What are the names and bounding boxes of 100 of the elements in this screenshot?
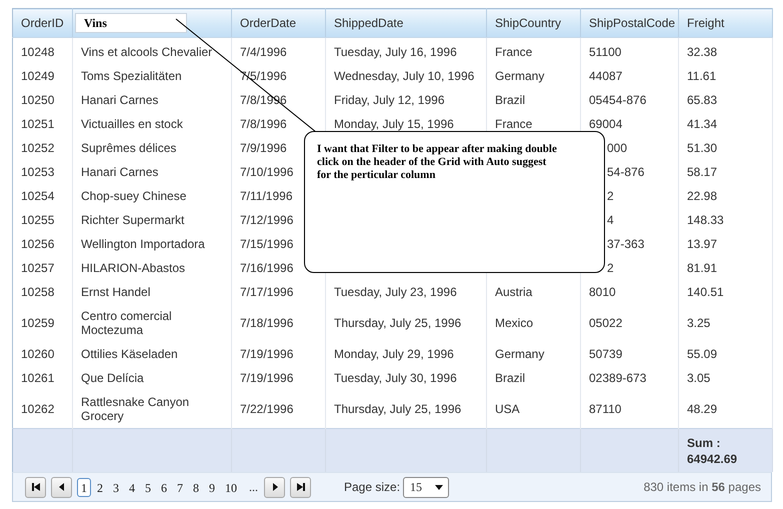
- table-cell: Thursday, July 25, 1996: [334, 316, 462, 330]
- page-link[interactable]: 3: [109, 478, 123, 496]
- column-header[interactable]: OrderDate: [232, 8, 326, 38]
- table-cell: 10249: [21, 69, 54, 83]
- table-cell: 10253: [21, 165, 54, 179]
- table-cell: 22.98: [687, 189, 718, 203]
- page-link[interactable]: 4: [125, 478, 139, 496]
- table-cell: Wellington Importadora: [81, 237, 205, 251]
- page-link[interactable]: 6: [157, 478, 171, 496]
- table-cell: 13.97: [687, 237, 718, 251]
- table-cell: 10250: [21, 93, 54, 107]
- table-cell: 10248: [21, 45, 54, 59]
- callout-note: I want that Filter to be appear after making double click on the header of the Grid with Auto suggest for the perticular column: [304, 131, 605, 273]
- table-cell: 7/11/1996: [240, 189, 292, 203]
- table-cell: 05454-876: [589, 93, 646, 107]
- last-page-button[interactable]: [290, 476, 311, 498]
- table-cell: 50739: [589, 347, 622, 361]
- table-cell: Toms Spezialitäten: [81, 69, 182, 83]
- page-link[interactable]: 7: [173, 478, 187, 496]
- caret-icon: [435, 484, 444, 490]
- table-cell: 10254: [21, 189, 54, 203]
- table-cell: Brazil: [495, 371, 526, 385]
- previous-page-button[interactable]: [51, 476, 72, 498]
- table-cell: 10257: [21, 261, 54, 275]
- column-header[interactable]: ShipCountry: [486, 8, 580, 38]
- table-cell: 7/19/1996: [240, 347, 294, 361]
- table-cell: 7/8/1996: [240, 117, 287, 131]
- items-summary: 830 items in 56 pages: [644, 480, 761, 494]
- filter-field[interactable]: Vins: [75, 13, 187, 33]
- page-size-dropdown[interactable]: 15: [403, 476, 450, 498]
- table-cell: 000: [607, 141, 628, 155]
- column-header[interactable]: ShipPostalCode: [580, 8, 678, 38]
- table-cell: 148.33: [687, 213, 724, 227]
- table-cell: 87110: [589, 402, 622, 416]
- table-cell: 55.09: [687, 347, 718, 361]
- column-header[interactable]: OrderID: [12, 8, 72, 38]
- table-cell: France: [495, 117, 532, 131]
- table-cell: France: [495, 45, 532, 59]
- table-cell: 7/10/1996: [240, 165, 294, 179]
- table-cell: 32.38: [687, 45, 718, 59]
- table-cell: USA: [495, 402, 520, 416]
- column-header[interactable]: ShippedDate: [326, 8, 486, 38]
- table-cell: 41.34: [687, 117, 718, 131]
- table-cell: 7/19/1996: [240, 371, 294, 385]
- table-cell-text: Centro comercial Moctezuma: [81, 309, 173, 337]
- table-cell: 10258: [21, 285, 54, 299]
- next-page-button[interactable]: [264, 476, 285, 498]
- table-cell: Friday, July 12, 1996: [334, 93, 445, 107]
- table-cell: 3.25: [687, 316, 710, 330]
- table-cell: 10251: [21, 117, 54, 131]
- table-cell: 10261: [21, 371, 54, 385]
- table-cell: 05022: [589, 316, 622, 330]
- table-cell: 48.29: [687, 402, 718, 416]
- table-cell: 7/4/1996: [240, 45, 287, 59]
- table-cell: 02389-673: [589, 371, 646, 385]
- table-cell: Thursday, July 25, 1996: [334, 402, 462, 416]
- page-link[interactable]: 2: [93, 478, 107, 496]
- sum-value: 64942.69: [687, 450, 738, 466]
- more-pages-link[interactable]: ...: [249, 480, 258, 494]
- table-cell: Germany: [495, 347, 544, 361]
- table-cell: 58.17: [687, 165, 718, 179]
- table-cell: Monday, July 15, 1996: [334, 117, 454, 131]
- table-cell: 3.05: [687, 371, 710, 385]
- page-link[interactable]: 10: [221, 478, 241, 496]
- table-cell: 7/15/1996: [240, 237, 294, 251]
- page-link[interactable]: 1: [77, 478, 91, 496]
- table-cell: Tuesday, July 23, 1996: [334, 285, 457, 299]
- first-page-button[interactable]: [25, 476, 46, 498]
- table-cell: 10259: [21, 316, 54, 330]
- table-cell: 10256: [21, 237, 54, 251]
- page-link[interactable]: 9: [205, 478, 219, 496]
- table-cell: Tuesday, July 30, 1996: [334, 371, 457, 385]
- table-cell: Richter Supermarkt: [81, 213, 184, 227]
- table-cell: 2: [607, 261, 614, 275]
- table-cell: 11.61: [687, 69, 716, 83]
- table-cell: Tuesday, July 16, 1996: [334, 45, 457, 59]
- table-cell: 7/17/1996: [240, 285, 294, 299]
- table-cell: 7/9/1996: [240, 141, 287, 155]
- table-cell: 4: [607, 213, 614, 227]
- table-cell: 81.91: [687, 261, 718, 275]
- table-cell: 54-876: [607, 165, 644, 179]
- table-cell: 140.51: [687, 285, 724, 299]
- table-cell-text: Rattlesnake Canyon Grocery: [81, 395, 190, 423]
- table-cell: Hanari Carnes: [81, 93, 158, 107]
- table-cell: 2: [607, 189, 614, 203]
- table-cell: 37-363: [607, 237, 644, 251]
- page-link[interactable]: 5: [141, 478, 155, 496]
- last-page-icon: [294, 481, 306, 493]
- table-cell: 69004: [589, 117, 622, 131]
- table-cell: Victuailles en stock: [81, 117, 183, 131]
- table-cell: 10255: [21, 213, 54, 227]
- column-header[interactable]: Freight: [678, 8, 772, 38]
- page-size-label: Page size:: [344, 480, 400, 494]
- table-cell: 7/18/1996: [240, 316, 294, 330]
- table-cell: Monday, July 29, 1996: [334, 347, 454, 361]
- table-cell: Suprêmes délices: [81, 141, 176, 155]
- table-cell: Austria: [495, 285, 532, 299]
- page-link[interactable]: 8: [189, 478, 203, 496]
- table-cell: Mexico: [495, 316, 534, 330]
- table-cell: Que Delícia: [81, 371, 144, 385]
